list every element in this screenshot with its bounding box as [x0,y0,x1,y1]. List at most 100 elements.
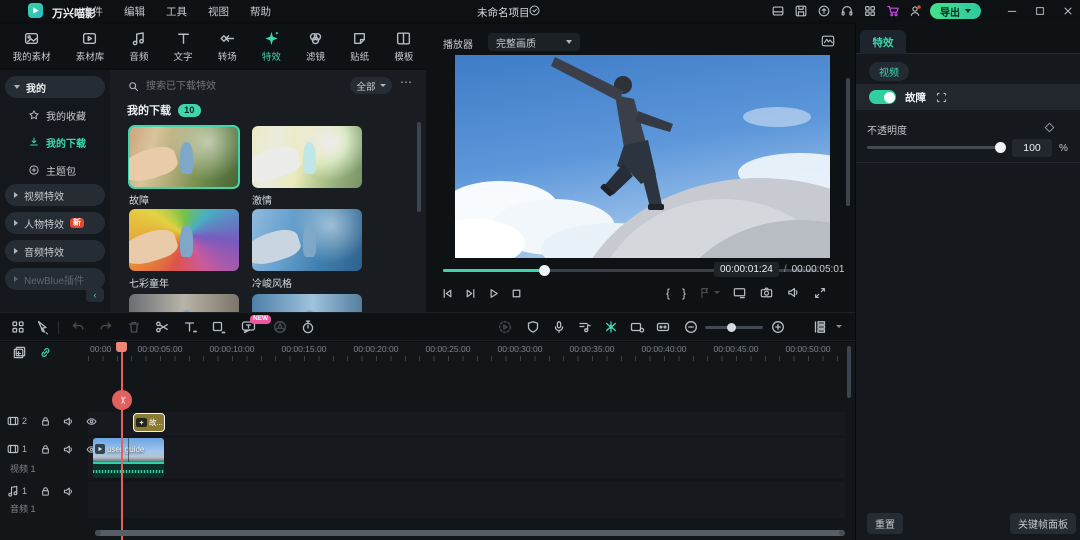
effect-row[interactable]: 故障 [856,84,1080,110]
media-browser-icon[interactable] [10,319,26,335]
undo-icon[interactable] [70,319,86,335]
cart-icon[interactable] [886,4,900,18]
sidebar-item-favorites[interactable]: 我的收藏 [5,104,105,126]
track-lane-video1[interactable] [88,438,845,478]
keyframe-diamond-icon[interactable] [1045,123,1055,133]
maximize-button[interactable] [1028,2,1052,20]
video-preview[interactable] [455,55,830,258]
visibility-eye-icon[interactable] [85,415,98,428]
stop-button[interactable] [509,286,524,301]
add-text-icon[interactable] [182,319,198,335]
speed-timer-icon[interactable] [300,319,316,335]
keyframe-panel-button[interactable]: 关键帧面板 [1010,513,1076,534]
volume-button[interactable] [786,285,801,300]
render-preview-icon[interactable] [497,319,513,335]
more-options-button[interactable]: ⋯ [400,75,413,89]
delete-icon[interactable] [126,319,142,335]
sidebar-group-mine[interactable]: 我的 [5,76,105,98]
sidebar-item-theme-packs[interactable]: 主题包 [5,159,105,181]
effect-toggle[interactable] [869,90,896,104]
video-chip[interactable]: 视频 [869,62,909,81]
save-icon[interactable] [794,4,808,18]
tab-audio[interactable]: 音频 [129,30,148,63]
tab-my-media[interactable]: 我的素材 [13,30,51,63]
playhead-split-button[interactable]: ✂ [112,390,132,410]
tab-templates[interactable]: 模板 [394,30,413,63]
project-status-icon[interactable] [528,4,541,17]
mark-shield-icon[interactable] [525,319,541,335]
chevron-down-icon[interactable] [836,325,842,328]
collapse-sidebar-button[interactable]: ‹ [86,288,104,302]
zoom-slider-handle[interactable] [727,323,736,332]
mark-in-button[interactable]: { [666,286,670,300]
minimize-button[interactable] [1000,2,1024,20]
frame-mask-icon[interactable] [935,91,948,104]
cloud-upload-icon[interactable] [817,4,831,18]
filter-dropdown[interactable]: 全部 [350,77,392,94]
crop-icon[interactable] [210,319,226,335]
tab-filters[interactable]: 滤镜 [306,30,325,63]
mark-out-button[interactable]: } [682,286,686,300]
menu-edit[interactable]: 编辑 [122,4,147,19]
progress-handle[interactable] [539,265,550,276]
tab-text[interactable]: 文字 [174,30,193,63]
tab-stock-media[interactable]: 素材库 [76,30,105,63]
apps-grid-icon[interactable] [863,4,877,18]
screen-record-icon[interactable] [629,319,645,335]
lock-icon[interactable] [39,415,52,428]
menu-file[interactable]: 文件 [80,4,105,19]
marker-flag-button[interactable] [698,286,720,300]
mixer-panel-icon[interactable] [655,319,671,335]
opacity-slider[interactable] [867,146,1002,149]
mute-speaker-icon[interactable] [62,485,75,498]
zoom-out-icon[interactable] [683,319,699,335]
tab-effects-properties[interactable]: 特效 [860,30,906,54]
effect-thumb-rainbow[interactable] [129,209,239,271]
select-tool-icon[interactable] [34,319,50,335]
user-account-icon[interactable] [908,4,922,18]
effect-thumb-cold[interactable] [252,209,362,271]
support-headset-icon[interactable] [840,4,854,18]
sidebar-group-newblue[interactable]: NewBlue插件 [5,268,105,290]
menu-view[interactable]: 视图 [206,4,231,19]
effect-thumb-partial[interactable] [129,294,239,312]
lock-icon[interactable] [39,443,52,456]
export-button[interactable]: 导出 [930,3,981,19]
mirror-display-button[interactable] [732,285,747,300]
fullscreen-button[interactable] [813,286,827,300]
track-height-icon[interactable] [812,319,828,335]
menu-tools[interactable]: 工具 [164,4,189,19]
timeline-ruler[interactable]: 00:00 00:00:05:00 00:00:10:00 00:00:15:0… [88,344,845,356]
snapshot-camera-button[interactable] [759,285,774,300]
next-frame-button[interactable] [463,286,478,301]
quality-dropdown[interactable]: 完整画质 [488,33,580,51]
mute-speaker-icon[interactable] [62,443,75,456]
color-wheel-icon[interactable] [272,319,288,335]
panel-divider-scrollbar[interactable] [846,78,850,206]
opacity-value-input[interactable] [1012,139,1052,157]
library-scrollbar[interactable] [417,122,421,212]
effect-thumb-partial[interactable] [252,294,362,312]
redo-icon[interactable] [98,319,114,335]
tab-transitions[interactable]: 转场 [218,30,237,63]
lock-icon[interactable] [39,485,52,498]
sidebar-item-downloads[interactable]: 我的下载 [5,131,105,153]
layout-icon[interactable] [771,4,785,18]
track-lane-video2[interactable] [88,412,845,435]
split-scissors-icon[interactable] [154,319,170,335]
audio-mixer-icon[interactable] [577,319,593,335]
effect-thumb-glitch[interactable] [129,126,239,188]
menu-help[interactable]: 帮助 [248,4,273,19]
search-input[interactable] [144,77,334,95]
reset-button[interactable]: 重置 [867,513,903,534]
previous-frame-button[interactable] [440,286,455,301]
sidebar-group-people-effects[interactable]: 人物特效 新 [5,212,105,234]
track-lane-audio1[interactable] [88,482,845,518]
playhead-head[interactable] [116,342,127,352]
motion-tracking-icon[interactable] [603,319,619,335]
effect-clip-glitch[interactable]: 故... [133,413,165,432]
timeline-vertical-scrollbar[interactable] [847,346,851,398]
sidebar-group-video-effects[interactable]: 视频特效 [5,184,105,206]
video-clip[interactable]: user guide [93,438,164,478]
timeline-zoom-slider[interactable] [705,326,763,329]
